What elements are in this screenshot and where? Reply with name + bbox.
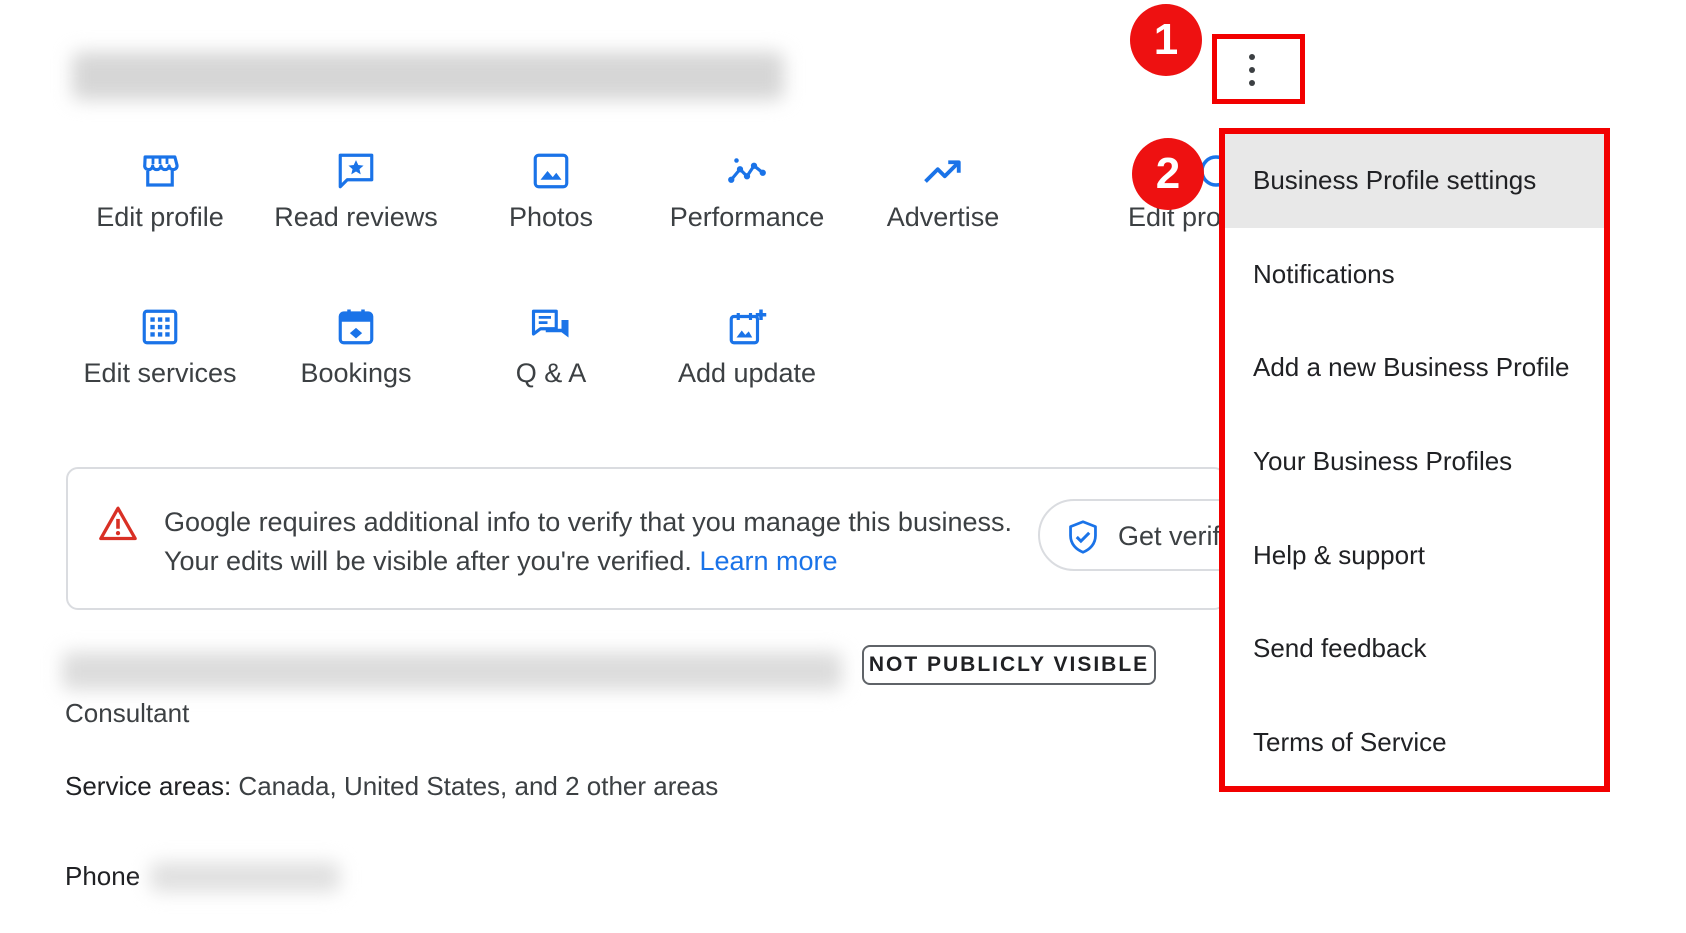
action-performance[interactable]: Performance bbox=[652, 150, 842, 233]
redacted-business-name bbox=[62, 652, 842, 690]
action-edit-services[interactable]: Edit services bbox=[65, 306, 255, 389]
menu-item-notifications[interactable]: Notifications bbox=[1225, 228, 1604, 322]
get-verified-button[interactable]: Get verif bbox=[1038, 499, 1224, 571]
menu-item-business-profile-settings[interactable]: Business Profile settings bbox=[1225, 134, 1604, 228]
menu-item-send-feedback[interactable]: Send feedback bbox=[1225, 602, 1604, 696]
step-marker-1: 1 bbox=[1130, 4, 1202, 76]
trending-up-icon bbox=[924, 160, 961, 183]
storefront-icon bbox=[143, 155, 179, 187]
visibility-badge: NOT PUBLICLY VISIBLE bbox=[862, 645, 1156, 685]
menu-item-help-support[interactable]: Help & support bbox=[1225, 509, 1604, 603]
performance-icon bbox=[728, 158, 766, 183]
action-photos[interactable]: Photos bbox=[456, 150, 646, 233]
services-grid-icon bbox=[142, 309, 178, 345]
add-post-icon bbox=[729, 309, 767, 345]
menu-item-your-business-profiles[interactable]: Your Business Profiles bbox=[1225, 415, 1604, 509]
action-label: Edit profile bbox=[96, 202, 224, 232]
get-verified-label: Get verif bbox=[1118, 521, 1221, 551]
service-areas-label: Service areas: bbox=[65, 771, 232, 801]
redacted-phone bbox=[150, 862, 340, 892]
photo-icon bbox=[533, 153, 569, 189]
action-label: Read reviews bbox=[274, 202, 438, 232]
action-bookings[interactable]: Bookings bbox=[261, 306, 451, 389]
service-areas-value: Canada, United States, and 2 other areas bbox=[238, 771, 719, 801]
action-label: Advertise bbox=[886, 202, 1000, 232]
shield-check-icon bbox=[1069, 520, 1097, 554]
action-label: Bookings bbox=[300, 358, 412, 388]
chat-bubbles-icon bbox=[531, 309, 569, 338]
menu-item-add-business-profile[interactable]: Add a new Business Profile bbox=[1225, 321, 1604, 415]
action-advertise[interactable]: Advertise bbox=[848, 150, 1038, 233]
action-qa[interactable]: Q & A bbox=[456, 306, 646, 389]
more-options-menu: Business Profile settings Notifications … bbox=[1219, 128, 1610, 792]
action-label: Photos bbox=[508, 202, 594, 232]
action-label: Performance bbox=[669, 202, 825, 232]
step-marker-2: 2 bbox=[1132, 138, 1204, 210]
highlight-box-more-options bbox=[1212, 34, 1305, 104]
service-areas: Service areas: Canada, United States, an… bbox=[65, 771, 718, 802]
phone-label: Phone bbox=[65, 861, 141, 891]
business-category: Consultant bbox=[65, 698, 190, 728]
learn-more-link[interactable]: Learn more bbox=[699, 546, 837, 576]
action-edit-profile[interactable]: Edit profile bbox=[65, 150, 255, 233]
action-add-update[interactable]: Add update bbox=[652, 306, 842, 389]
action-label: Add update bbox=[677, 358, 817, 388]
action-label: Q & A bbox=[515, 358, 587, 388]
verification-alert: Google requires additional info to verif… bbox=[66, 467, 1226, 610]
alert-text: Google requires additional info to verif… bbox=[164, 507, 1012, 576]
action-label: Edit services bbox=[83, 358, 237, 388]
menu-item-terms-of-service[interactable]: Terms of Service bbox=[1225, 696, 1604, 786]
alert-message: Google requires additional info to verif… bbox=[164, 503, 1024, 581]
calendar-icon bbox=[338, 309, 374, 345]
warning-icon bbox=[99, 506, 137, 541]
action-read-reviews[interactable]: Read reviews bbox=[261, 150, 451, 233]
redacted-business-title bbox=[72, 52, 784, 100]
review-star-icon bbox=[338, 153, 374, 189]
